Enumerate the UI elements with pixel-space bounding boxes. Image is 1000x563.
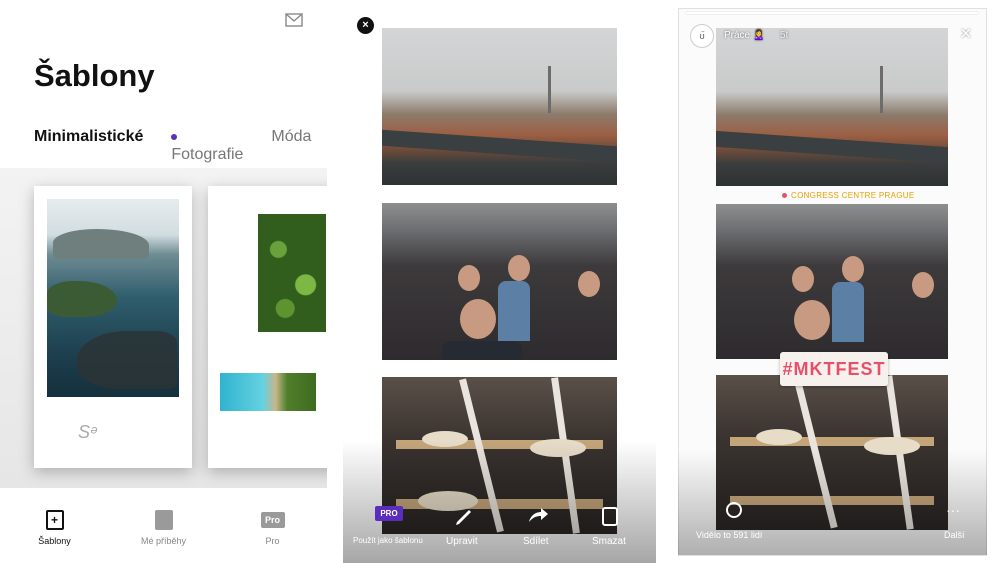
nav-label: Pro <box>265 536 280 546</box>
location-sticker[interactable]: CONGRESS CENTRE PRAGUE <box>782 191 915 200</box>
nav-pro[interactable]: Pro Pro <box>218 500 327 563</box>
tab-label: Fotografie <box>171 146 244 163</box>
template-add-icon: + <box>45 510 64 530</box>
pro-icon: Pro <box>260 512 285 528</box>
delete-button[interactable]: Smazat <box>592 536 626 547</box>
tab-label: Minimalistické <box>34 128 144 145</box>
tab-moda[interactable]: Móda <box>271 128 311 170</box>
location-label: CONGRESS CENTRE PRAGUE <box>791 191 915 200</box>
templates-screen: Šablony Minimalistické Fotografie Móda S… <box>0 0 327 563</box>
nav-me-pribehy[interactable]: Mé příběhy <box>109 500 218 563</box>
crowd-photo <box>716 204 948 359</box>
share-button[interactable]: Sdílet <box>523 536 549 547</box>
sea-photo <box>47 199 179 397</box>
bottom-nav: + Šablony Mé příběhy Pro Pro <box>0 500 327 563</box>
city-photo <box>716 28 948 186</box>
stories-icon <box>154 510 173 530</box>
delete-icon[interactable] <box>601 504 619 526</box>
close-icon[interactable]: × <box>357 17 374 34</box>
new-dot-icon <box>171 133 178 140</box>
seen-by-count[interactable]: Vidělo to 591 lidí <box>696 530 762 540</box>
nav-label: Šablony <box>38 536 71 546</box>
nav-sablony[interactable]: + Šablony <box>0 500 109 563</box>
story-editor-screen: × PRO Použít jako šablonu Upravit Sdílet… <box>343 0 656 563</box>
avatar[interactable]: ʊ̈ <box>690 24 714 48</box>
close-icon[interactable]: × <box>960 24 972 44</box>
edit-pen-icon[interactable] <box>453 504 475 526</box>
next-button[interactable]: Další <box>944 530 965 540</box>
tab-label: Móda <box>271 128 312 145</box>
template-carousel[interactable]: Sᵊ <box>0 168 327 488</box>
viewers-eye-icon[interactable] <box>726 502 742 518</box>
template-card[interactable] <box>208 186 327 468</box>
city-photo[interactable] <box>382 28 617 185</box>
crowd-photo[interactable] <box>382 203 617 360</box>
share-icon[interactable] <box>527 504 549 526</box>
story-time: 5t <box>780 30 789 41</box>
beach-photo <box>220 373 316 411</box>
category-tabs: Minimalistické Fotografie Móda <box>34 128 327 170</box>
use-template-button[interactable]: Použít jako šablonu <box>353 536 423 545</box>
mail-icon[interactable] <box>285 13 303 27</box>
page-title: Šablony <box>34 58 155 93</box>
template-card[interactable]: Sᵊ <box>34 186 192 468</box>
signature-logo: Sᵊ <box>78 422 97 442</box>
hashtag-sticker[interactable]: #MKTFEST <box>780 352 888 386</box>
forest-photo <box>258 214 326 332</box>
story-user-name[interactable]: Práce 🙎‍♀️ <box>724 30 765 41</box>
edit-button[interactable]: Upravit <box>446 536 478 547</box>
tab-fotografie[interactable]: Fotografie <box>171 128 243 170</box>
pro-badge: PRO <box>375 506 403 521</box>
story-view-screen: CONGRESS CENTRE PRAGUE #MKTFEST ʊ̈ Práce… <box>678 0 987 563</box>
more-options-icon[interactable]: ··· <box>946 502 960 518</box>
location-pin-icon <box>782 193 787 198</box>
story-progress-bar <box>686 12 978 14</box>
nav-label: Mé příběhy <box>140 536 187 546</box>
tab-minimalisticke[interactable]: Minimalistické <box>34 128 144 170</box>
